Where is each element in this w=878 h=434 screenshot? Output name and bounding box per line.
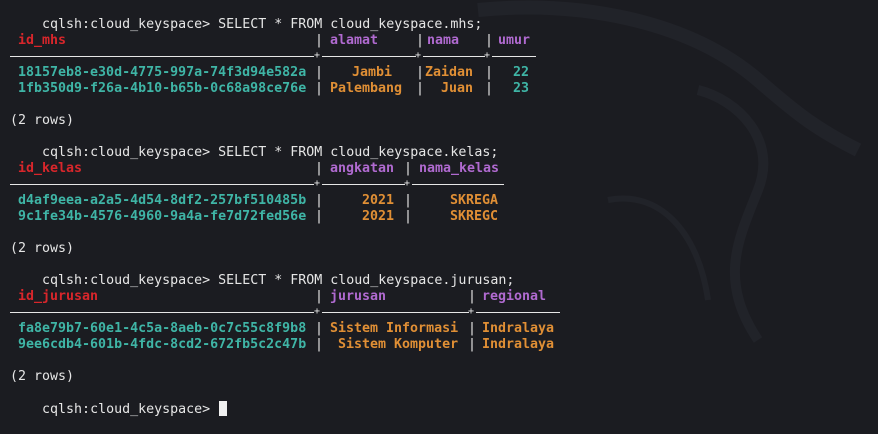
command-text: SELECT * FROM cloud_keyspace.kelas; [218, 145, 499, 160]
table-cell: Palembang [330, 81, 403, 96]
column-header: id_jurusan [18, 289, 99, 304]
column-header: alamat [330, 33, 379, 48]
rule-junction: + [484, 50, 491, 61]
prompt: cqlsh:cloud_keyspace> [42, 17, 211, 32]
table-cell: Sistem Komputer [338, 337, 459, 352]
table-cell: 23 [513, 81, 530, 96]
column-separator: | [485, 81, 494, 96]
table-cell: 2021 [362, 209, 395, 224]
column-header: angkatan [330, 161, 395, 176]
table-cell: Indralaya [482, 337, 555, 352]
column-separator: | [315, 337, 324, 352]
terminal-output[interactable]: cqlsh:cloud_keyspace> SELECT * FROM clou… [10, 0, 878, 419]
column-header: id_mhs [18, 33, 67, 48]
column-separator: | [404, 193, 413, 208]
table-cell: Juan [441, 81, 474, 96]
column-separator: | [315, 161, 324, 176]
column-header: id_kelas [18, 161, 83, 176]
column-separator: | [404, 161, 413, 176]
column-separator: | [468, 289, 477, 304]
rule-junction: + [404, 178, 411, 189]
rule-junction: + [314, 178, 321, 189]
table-cell: 9c1fe34b-4576-4960-9a4a-fe7d72fed56e [18, 209, 307, 224]
table-cell: SKREGC [450, 209, 499, 224]
table-cell: Jambi [351, 65, 392, 80]
table-cell: 22 [513, 65, 530, 80]
command-text: SELECT * FROM cloud_keyspace.jurusan; [218, 273, 515, 288]
column-separator: | [468, 337, 477, 352]
column-separator: | [416, 33, 425, 48]
active-prompt-line[interactable]: cqlsh:cloud_keyspace> [10, 385, 228, 417]
prompt: cqlsh:cloud_keyspace> [42, 402, 211, 417]
command-line: cqlsh:cloud_keyspace> SELECT * FROM clou… [10, 257, 514, 288]
text-cursor[interactable] [219, 401, 228, 416]
header-rule [10, 312, 314, 313]
column-separator: | [315, 81, 324, 96]
command-text: SELECT * FROM cloud_keyspace.mhs; [218, 17, 483, 32]
row-count: (2 rows) [10, 241, 75, 256]
column-separator: | [315, 33, 324, 48]
header-rule [10, 184, 314, 185]
table-cell: d4af9eea-a2a5-4d54-8df2-257bf510485b [18, 193, 307, 208]
rule-junction: + [314, 50, 321, 61]
table-cell: Indralaya [482, 321, 555, 336]
table-cell: Sistem Informasi [330, 321, 459, 336]
column-separator: | [485, 33, 494, 48]
column-header: nama_kelas [419, 161, 500, 176]
column-separator: | [485, 65, 494, 80]
column-header: jurusan [330, 289, 387, 304]
header-rule [423, 56, 485, 57]
header-rule [412, 184, 504, 185]
prompt: cqlsh:cloud_keyspace> [42, 273, 211, 288]
column-separator: | [416, 81, 425, 96]
column-separator: | [315, 193, 324, 208]
row-count: (2 rows) [10, 369, 75, 384]
column-header: umur [498, 33, 531, 48]
column-separator: | [315, 321, 324, 336]
column-separator: | [315, 289, 324, 304]
command-line: cqlsh:cloud_keyspace> SELECT * FROM clou… [10, 1, 482, 32]
header-rule [10, 56, 314, 57]
table-cell: Zaidan [425, 65, 474, 80]
column-separator: | [468, 321, 477, 336]
table-cell: fa8e79b7-60e1-4c5a-8aeb-0c7c55c8f9b8 [18, 321, 307, 336]
header-rule [322, 184, 405, 185]
table-cell: 2021 [362, 193, 395, 208]
header-rule [322, 56, 416, 57]
table-cell: SKREGA [450, 193, 499, 208]
table-cell: 9ee6cdb4-601b-4fdc-8cd2-672fb5c2c47b [18, 337, 307, 352]
header-rule [322, 312, 469, 313]
row-count: (2 rows) [10, 113, 75, 128]
prompt: cqlsh:cloud_keyspace> [42, 145, 211, 160]
column-header: nama [427, 33, 460, 48]
column-separator: | [315, 209, 324, 224]
command-line: cqlsh:cloud_keyspace> SELECT * FROM clou… [10, 129, 498, 160]
rule-junction: + [314, 306, 321, 317]
rule-junction: + [415, 50, 422, 61]
column-header: regional [482, 289, 547, 304]
table-cell: 1fb350d9-f26a-4b10-b65b-0c68a98ce76e [18, 81, 307, 96]
column-separator: | [315, 65, 324, 80]
column-separator: | [404, 209, 413, 224]
table-cell: 18157eb8-e30d-4775-997a-74f3d94e582a [18, 65, 307, 80]
column-separator: | [416, 65, 425, 80]
header-rule [476, 312, 560, 313]
rule-junction: + [468, 306, 475, 317]
header-rule [492, 56, 536, 57]
